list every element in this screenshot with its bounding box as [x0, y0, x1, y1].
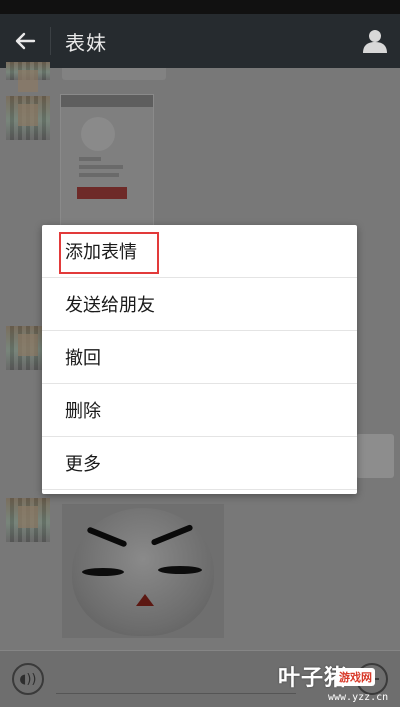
menu-item-send-to-friend[interactable]: 发送给朋友 [42, 278, 357, 331]
image-text-line [79, 157, 101, 161]
back-button[interactable] [0, 14, 50, 68]
menu-item-recall[interactable]: 撤回 [42, 331, 357, 384]
sticker-face [72, 508, 214, 636]
person-icon [363, 30, 387, 53]
highlight-box [59, 232, 159, 274]
sticker-eye [158, 566, 202, 574]
image-message[interactable] [356, 434, 394, 478]
message-input[interactable] [56, 693, 296, 694]
sticker-brow [86, 526, 128, 548]
context-menu: 添加表情 发送给朋友 撤回 删除 更多 [42, 225, 357, 494]
watermark: 叶子猪 游戏网 www.yzz.cn [278, 658, 398, 704]
message-bubble[interactable] [62, 68, 166, 80]
menu-item-more[interactable]: 更多 [42, 437, 357, 490]
avatar[interactable] [6, 498, 50, 542]
sticker-brow [150, 523, 194, 547]
arrow-left-icon [15, 32, 36, 50]
menu-item-label: 更多 [65, 454, 101, 475]
image-message[interactable] [60, 94, 154, 226]
image-topbar [61, 95, 153, 107]
watermark-badge: 游戏网 [336, 668, 375, 686]
voice-icon: ◖)) [19, 671, 37, 687]
menu-item-label: 发送给朋友 [65, 295, 155, 316]
menu-item-label: 删除 [65, 401, 101, 422]
voice-button[interactable]: ◖)) [12, 663, 44, 695]
sticker-mouth [136, 594, 154, 606]
image-text-line [79, 165, 123, 169]
image-text-line [79, 173, 119, 177]
sticker-eye [82, 568, 124, 576]
title-bar: 表妹 [0, 14, 400, 68]
chat-info-button[interactable] [362, 28, 388, 54]
apple-logo-image [81, 117, 115, 151]
status-bar [0, 0, 400, 14]
avatar[interactable] [6, 96, 50, 140]
watermark-url: www.yzz.cn [328, 692, 389, 703]
chat-title: 表妹 [65, 30, 107, 55]
avatar[interactable] [6, 62, 50, 92]
menu-item-delete[interactable]: 删除 [42, 384, 357, 437]
sticker-message[interactable] [62, 504, 224, 638]
title-divider [50, 27, 51, 55]
menu-item-label: 撤回 [65, 348, 101, 369]
image-red-button [77, 187, 127, 199]
